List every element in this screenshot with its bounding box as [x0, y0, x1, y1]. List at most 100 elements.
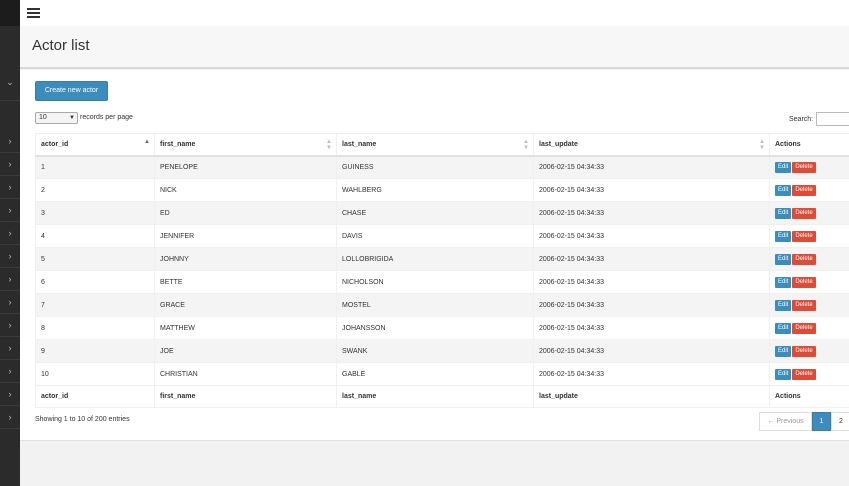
delete-button[interactable]: Delete	[792, 184, 816, 196]
sidebar-divider	[0, 152, 20, 153]
edit-button[interactable]: Edit	[775, 253, 792, 265]
column-header-label: last_update	[539, 140, 578, 148]
chevron-right-icon[interactable]: ›	[0, 389, 20, 399]
delete-button[interactable]: Delete	[792, 345, 816, 357]
column-header-label: first_name	[160, 140, 196, 148]
sidebar-divider	[0, 100, 20, 101]
column-header-last-update[interactable]: last_update ▲ ▼	[533, 133, 770, 156]
cell-first-name: CHRISTIAN	[154, 362, 337, 386]
sidebar-divider	[0, 359, 20, 360]
sidebar-divider	[0, 221, 20, 222]
cell-actor-id: 3	[35, 201, 155, 225]
cell-actor-id: 5	[35, 247, 155, 271]
chevron-right-icon[interactable]: ›	[0, 136, 20, 146]
cell-last-update: 2006-02-15 04:34:33	[533, 270, 770, 294]
cell-last-name: NICHOLSON	[336, 270, 534, 294]
cell-actor-id: 8	[35, 316, 155, 340]
chevron-right-icon[interactable]: ›	[0, 228, 20, 238]
delete-button[interactable]: Delete	[792, 161, 816, 173]
chevron-right-icon[interactable]: ›	[0, 412, 20, 422]
cell-actions: Edit Delete	[769, 339, 849, 363]
edit-button[interactable]: Edit	[775, 322, 792, 334]
delete-button[interactable]: Delete	[792, 299, 816, 311]
search-input[interactable]	[816, 112, 849, 126]
cell-first-name: ED	[154, 201, 337, 225]
delete-button[interactable]: Delete	[792, 207, 816, 219]
edit-button[interactable]: Edit	[775, 230, 792, 242]
table-header-row: actor_id ▲ first_name ▲ ▼ last_name ▲ ▼ last_…	[35, 133, 849, 156]
table-row: 1 PENELOPE GUINESS 2006-02-15 04:34:33 Edit D…	[35, 155, 849, 179]
actor-table: actor_id ▲ first_name ▲ ▼ last_name ▲ ▼ last_…	[35, 133, 849, 408]
cell-actor-id: 1	[35, 155, 155, 179]
footer-first-name: first_name	[154, 385, 337, 408]
delete-button[interactable]: Delete	[792, 368, 816, 380]
edit-button[interactable]: Edit	[775, 345, 792, 357]
edit-button[interactable]: Edit	[775, 276, 792, 288]
delete-button[interactable]: Delete	[792, 276, 816, 288]
column-header-label: last_name	[342, 140, 377, 148]
edit-button[interactable]: Edit	[775, 299, 792, 311]
chevron-right-icon[interactable]: ›	[0, 182, 20, 192]
cell-actions: Edit Delete	[769, 293, 849, 317]
cell-last-name: CHASE	[336, 201, 534, 225]
table-row: 3 ED CHASE 2006-02-15 04:34:33 Edit Delete	[35, 201, 849, 225]
hamburger-icon[interactable]	[27, 8, 40, 18]
chevron-right-icon[interactable]: ›	[0, 205, 20, 215]
cell-last-update: 2006-02-15 04:34:33	[533, 201, 770, 225]
edit-button[interactable]: Edit	[775, 184, 792, 196]
cell-last-update: 2006-02-15 04:34:33	[533, 339, 770, 363]
table-row: 2 NICK WAHLBERG 2006-02-15 04:34:33 Edit Dele…	[35, 178, 849, 202]
column-header-actions: Actions	[769, 133, 849, 156]
chevron-right-icon[interactable]: ›	[0, 366, 20, 376]
chevron-right-icon[interactable]: ›	[0, 274, 20, 284]
cell-last-update: 2006-02-15 04:34:33	[533, 293, 770, 317]
chevron-right-icon[interactable]: ›	[0, 343, 20, 353]
table-row: 8 MATTHEW JOHANSSON 2006-02-15 04:34:33 Edit…	[35, 316, 849, 340]
cell-actions: Edit Delete	[769, 178, 849, 202]
sidebar-divider	[0, 428, 20, 429]
cell-first-name: MATTHEW	[154, 316, 337, 340]
cell-first-name: NICK	[154, 178, 337, 202]
cell-last-name: JOHANSSON	[336, 316, 534, 340]
edit-button[interactable]: Edit	[775, 207, 792, 219]
delete-button[interactable]: Delete	[792, 322, 816, 334]
chevron-right-icon[interactable]: ›	[0, 159, 20, 169]
chevron-right-icon[interactable]: ›	[0, 320, 20, 330]
delete-button[interactable]: Delete	[792, 253, 816, 265]
page-1-button[interactable]: 1	[812, 412, 831, 431]
edit-button[interactable]: Edit	[775, 161, 792, 173]
cell-actions: Edit Delete	[769, 270, 849, 294]
page-2-button[interactable]: 2	[831, 412, 849, 431]
table-row: 6 BETTE NICHOLSON 2006-02-15 04:34:33 Edit De…	[35, 270, 849, 294]
column-header-actor-id[interactable]: actor_id ▲	[35, 133, 155, 156]
content-panel: Create new actor 10 ▼ records per page S…	[20, 70, 849, 441]
create-actor-button[interactable]: Create new actor	[35, 81, 108, 101]
sidebar-divider	[0, 198, 20, 199]
cell-last-name: WAHLBERG	[336, 178, 534, 202]
sidebar-header	[0, 0, 20, 26]
cell-actions: Edit Delete	[769, 316, 849, 340]
footer-actions: Actions	[769, 385, 849, 408]
cell-first-name: PENELOPE	[154, 155, 337, 179]
cell-actions: Edit Delete	[769, 362, 849, 386]
records-per-page-label: records per page	[80, 114, 133, 121]
cell-first-name: JENNIFER	[154, 224, 337, 248]
table-info: Showing 1 to 10 of 200 entries	[35, 416, 130, 423]
sidebar-divider	[0, 405, 20, 406]
records-per-page-select[interactable]: 10 ▼	[35, 112, 78, 124]
cell-last-update: 2006-02-15 04:34:33	[533, 155, 770, 179]
table-footer-row: actor_id first_name last_name last_updat…	[35, 385, 849, 408]
table-row: 5 JOHNNY LOLLOBRIGIDA 2006-02-15 04:34:33 Ed…	[35, 247, 849, 271]
previous-page-button[interactable]: ← Previous	[759, 412, 812, 431]
cell-first-name: JOHNNY	[154, 247, 337, 271]
delete-button[interactable]: Delete	[792, 230, 816, 242]
chevron-right-icon[interactable]: ›	[0, 297, 20, 307]
column-header-first-name[interactable]: first_name ▲ ▼	[154, 133, 337, 156]
chevron-down-icon[interactable]: ⌄	[0, 77, 20, 87]
sidebar: ⌄ › › › › › › › › › › › › ›	[0, 0, 20, 486]
edit-button[interactable]: Edit	[775, 368, 792, 380]
column-header-last-name[interactable]: last_name ▲ ▼	[336, 133, 534, 156]
cell-last-update: 2006-02-15 04:34:33	[533, 224, 770, 248]
cell-actor-id: 4	[35, 224, 155, 248]
chevron-right-icon[interactable]: ›	[0, 251, 20, 261]
